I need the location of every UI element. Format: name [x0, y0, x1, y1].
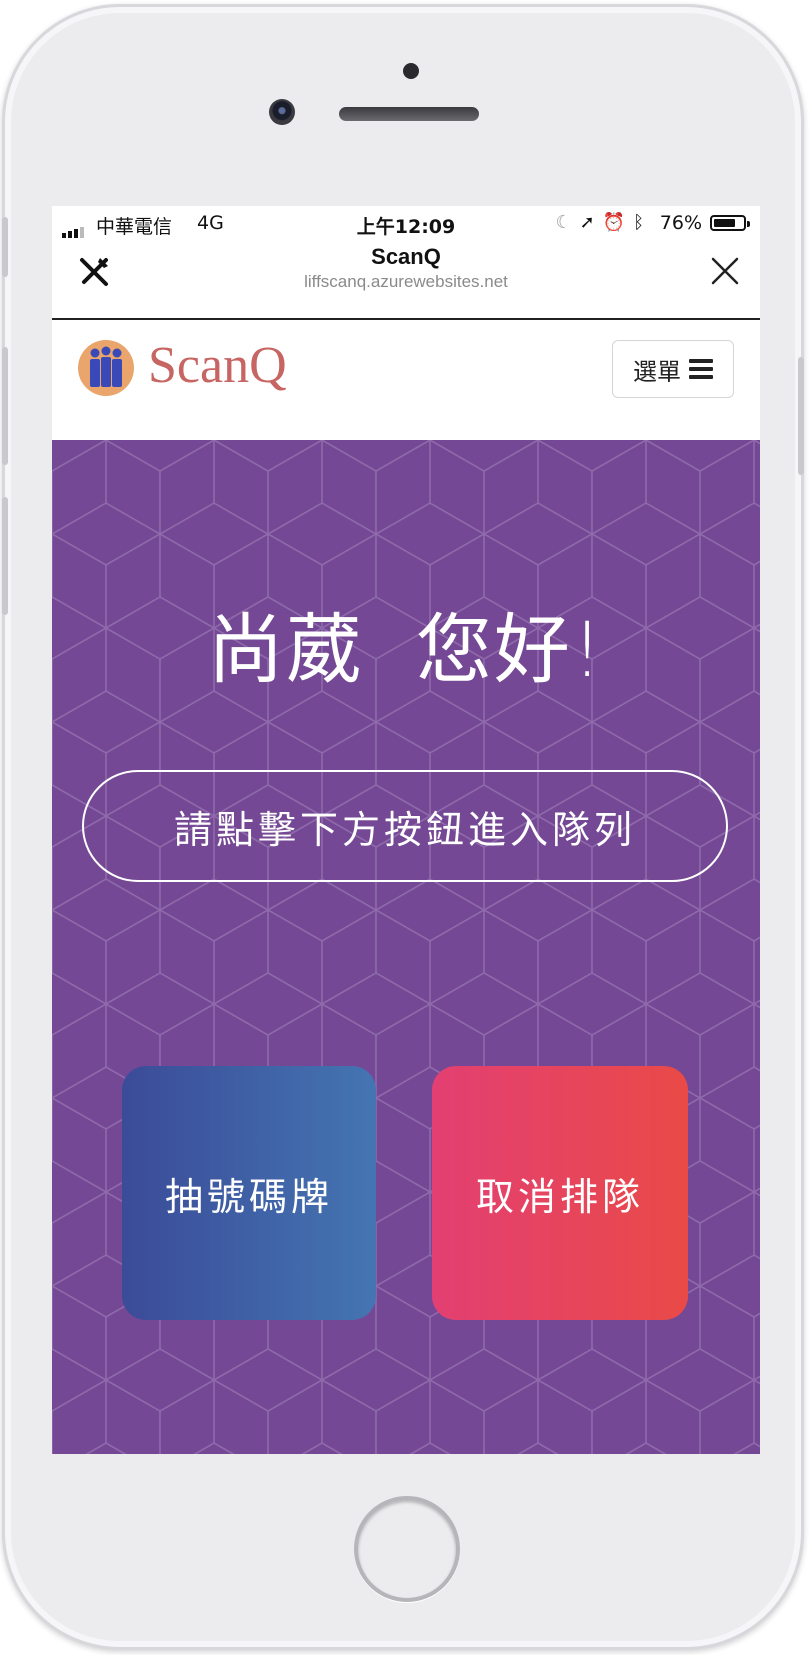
proximity-sensor [403, 63, 419, 79]
bluetooth-icon: ᛒ [633, 212, 652, 233]
browser-navbar: ScanQ liffscanq.azurewebsites.net [52, 240, 760, 320]
battery-fill [714, 219, 735, 227]
clock: 上午12:09 [356, 216, 456, 238]
home-button[interactable] [354, 1496, 460, 1602]
battery-icon [710, 215, 750, 231]
page-url: liffscanq.azurewebsites.net [304, 272, 508, 291]
app-header: ScanQ 選單 [52, 320, 760, 440]
mute-switch [2, 217, 8, 277]
battery-percent: 76% [659, 212, 702, 234]
page-title: ScanQ [371, 244, 441, 269]
screen: 中華電信 4G 上午12:09 ☾➚⏰ᛒ 76% ScanQ liffscanq… [52, 206, 760, 1454]
alarm-icon: ⏰ [602, 212, 634, 233]
greeting: 尚葳 您好! [207, 605, 605, 694]
hero-section: 尚葳 您好! 請點擊下方按鈕進入隊列 抽號碼牌 取消排隊 [52, 440, 760, 1454]
menu-button[interactable]: 選單 [612, 340, 734, 398]
front-camera [269, 99, 295, 125]
volume-down-button [2, 497, 8, 615]
volume-up-button [2, 347, 8, 465]
status-bar: 中華電信 4G 上午12:09 ☾➚⏰ᛒ 76% [52, 206, 760, 240]
menu-label: 選單 [633, 357, 681, 386]
hamburger-icon [689, 359, 713, 379]
status-icons: ☾➚⏰ᛒ [556, 212, 652, 233]
logo-icon [78, 340, 134, 396]
instruction-banner: 請點擊下方按鈕進入隊列 [82, 770, 728, 882]
brand-name: ScanQ [148, 337, 287, 394]
moon-icon: ☾ [555, 212, 580, 233]
take-number-button[interactable]: 抽號碼牌 [122, 1066, 376, 1320]
close-icon[interactable] [708, 254, 742, 288]
power-button [798, 357, 804, 475]
cancel-queue-button[interactable]: 取消排隊 [432, 1066, 688, 1320]
earpiece-speaker [339, 107, 479, 121]
location-icon: ➚ [579, 212, 603, 233]
